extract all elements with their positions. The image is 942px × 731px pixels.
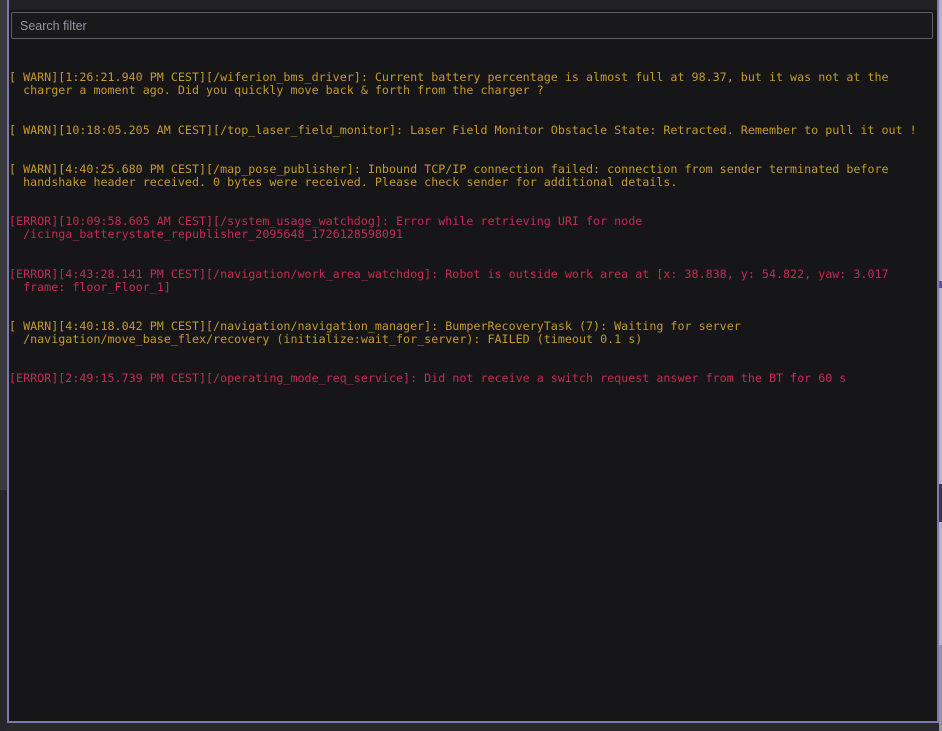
log-entry: [ WARN][10:18:05.205 AM CEST][/top_laser…	[9, 124, 937, 137]
log-console-panel: [ WARN][1:26:21.940 PM CEST][/wiferion_b…	[7, 0, 939, 723]
panel-header-strip	[9, 0, 937, 10]
log-entry: [ERROR][10:09:58.605 AM CEST][/system_us…	[9, 215, 937, 241]
log-entry: [ WARN][4:40:18.042 PM CEST][/navigation…	[9, 320, 937, 346]
log-entry: [ WARN][1:26:21.940 PM CEST][/wiferion_b…	[9, 71, 937, 97]
log-entry: [ WARN][4:40:25.680 PM CEST][/map_pose_p…	[9, 163, 937, 189]
log-entry: [ERROR][2:49:15.739 PM CEST][/operating_…	[9, 372, 937, 385]
desktop-edge-top	[0, 0, 7, 490]
log-console[interactable]: [ WARN][1:26:21.940 PM CEST][/wiferion_b…	[9, 45, 937, 677]
window-bottom-edge	[7, 723, 939, 731]
log-entry: [ERROR][4:43:28.141 PM CEST][/navigation…	[9, 268, 937, 294]
desktop-edge-bottom	[0, 490, 7, 731]
search-filter-input[interactable]	[11, 12, 933, 39]
